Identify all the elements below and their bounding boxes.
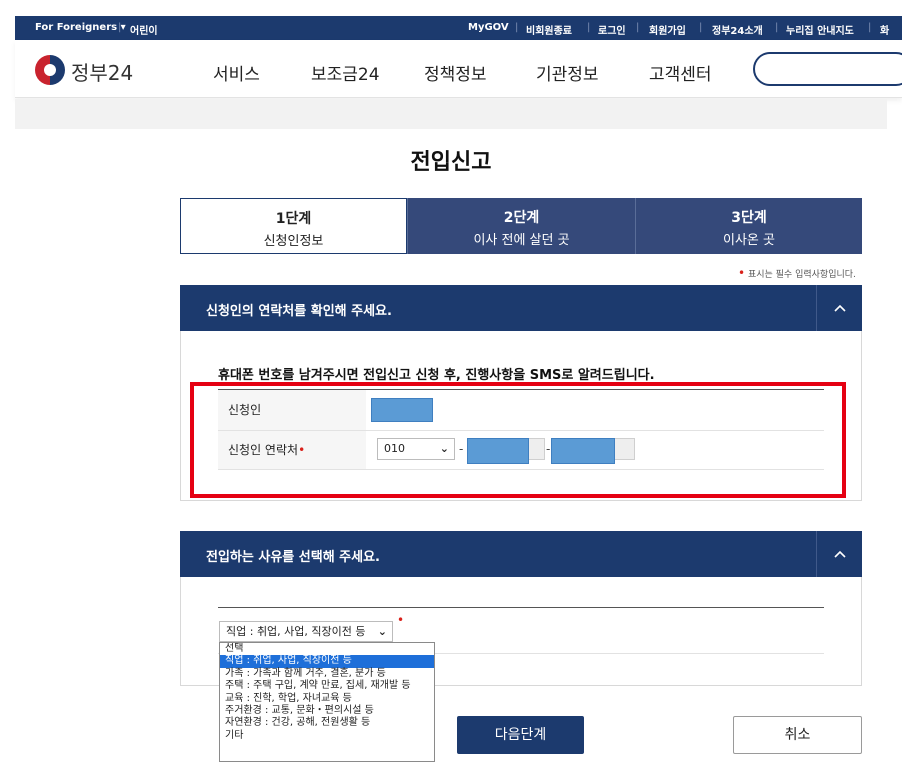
dropdown-option[interactable]: 기타 — [220, 730, 434, 742]
dropdown-option[interactable]: 주거환경 : 교통, 문화・편의시설 등 — [220, 705, 434, 717]
more-link[interactable]: 화 — [880, 22, 889, 37]
for-foreigners-link[interactable]: For Foreigners ▾ — [35, 22, 126, 33]
login-link[interactable]: 로그인 — [598, 22, 626, 37]
required-dot-icon: • — [738, 266, 746, 280]
step-tab-3: 3단계 이사온 곳 — [635, 198, 862, 254]
reason-section-header[interactable]: 전입하는 사유를 선택해 주세요. — [180, 531, 862, 577]
separator: | — [699, 22, 703, 33]
dropdown-option[interactable]: 선택 — [220, 643, 434, 655]
dropdown-option[interactable]: 자연환경 : 건강, 공해, 전원생활 등 — [220, 717, 434, 729]
separator: | — [868, 22, 872, 33]
collapse-chevron-up-icon[interactable] — [816, 285, 862, 331]
search-input[interactable] — [753, 52, 902, 86]
main-header: 정부24 서비스 보조금24 정책정보 기관정보 고객센터 — [15, 40, 902, 98]
required-note-text: 표시는 필수 입력사항입니다. — [747, 270, 856, 280]
chevron-down-icon: ⌄ — [377, 625, 387, 638]
step-tab-2: 2단계 이사 전에 살던 곳 — [407, 198, 635, 254]
required-dot-icon: • — [397, 613, 405, 627]
nav-customer-center[interactable]: 고객센터 — [649, 60, 712, 85]
separator: | — [118, 22, 122, 33]
reason-select-value: 직업 : 취업, 사업, 직장이전 등 — [226, 625, 366, 638]
required-note: • 표시는 필수 입력사항입니다. — [738, 266, 856, 280]
separator: | — [515, 22, 519, 33]
accessibility-map-link[interactable]: 누리집 안내지도 — [786, 22, 854, 37]
signup-link[interactable]: 회원가입 — [649, 22, 686, 37]
reason-dropdown-list[interactable]: 선택 직업 : 취업, 사업, 직장이전 등 가족 : 가족과 함께 거주, 결… — [219, 642, 435, 762]
site-logo-text[interactable]: 정부24 — [71, 57, 133, 86]
cancel-button[interactable]: 취소 — [733, 716, 862, 754]
divider — [218, 607, 824, 608]
step-label: 이사온 곳 — [723, 233, 775, 248]
nav-agency-info[interactable]: 기관정보 — [536, 60, 599, 85]
next-step-button[interactable]: 다음단계 — [457, 716, 584, 754]
collapse-chevron-up-icon[interactable] — [816, 531, 862, 577]
nav-policy-info[interactable]: 정책정보 — [424, 60, 487, 85]
step-label: 이사 전에 살던 곳 — [473, 233, 570, 248]
step-number: 2단계 — [503, 210, 540, 226]
sms-notice: 휴대폰 번호를 남겨주시면 전입신고 신청 후, 진행사항을 SMS로 알려드립… — [218, 368, 655, 383]
nav-services[interactable]: 서비스 — [213, 60, 260, 85]
dropdown-option-selected[interactable]: 직업 : 취업, 사업, 직장이전 등 — [220, 655, 434, 668]
step-label: 신청인정보 — [263, 234, 324, 249]
step-tab-1: 1단계 신청인정보 — [180, 198, 407, 254]
separator: | — [775, 22, 779, 33]
step-number: 3단계 — [731, 210, 767, 226]
top-utility-bar: For Foreigners ▾ | 어린이 MyGOV | 비회원종료 | 로… — [15, 16, 902, 40]
gov-emblem-icon[interactable] — [35, 55, 65, 85]
nav-subsidy24[interactable]: 보조금24 — [311, 60, 380, 85]
dropdown-option[interactable]: 교육 : 진학, 학업, 자녀교육 등 — [220, 693, 434, 705]
kids-link[interactable]: 어린이 — [130, 22, 158, 37]
step-number: 1단계 — [275, 211, 312, 227]
contact-section-header[interactable]: 신청인의 연락처를 확인해 주세요. — [180, 285, 862, 331]
separator: | — [587, 22, 591, 33]
dropdown-option[interactable]: 주택 : 주택 구입, 계약 만료, 집세, 재개발 등 — [220, 680, 434, 692]
reason-select[interactable]: 직업 : 취업, 사업, 직장이전 등 ⌄ — [219, 621, 393, 642]
breadcrumb-strip — [15, 99, 887, 129]
dropdown-option[interactable]: 가족 : 가족과 함께 거주, 결혼, 분가 등 — [220, 668, 434, 680]
mygov-link[interactable]: MyGOV — [468, 22, 509, 33]
separator: | — [636, 22, 640, 33]
highlight-box — [190, 382, 846, 498]
reason-section-title: 전입하는 사유를 선택해 주세요. — [206, 550, 380, 565]
non-member-end-link[interactable]: 비회원종료 — [526, 22, 572, 37]
about-link[interactable]: 정부24소개 — [712, 22, 763, 37]
page-title: 전입신고 — [410, 150, 492, 175]
contact-section-title: 신청인의 연락처를 확인해 주세요. — [206, 304, 392, 319]
